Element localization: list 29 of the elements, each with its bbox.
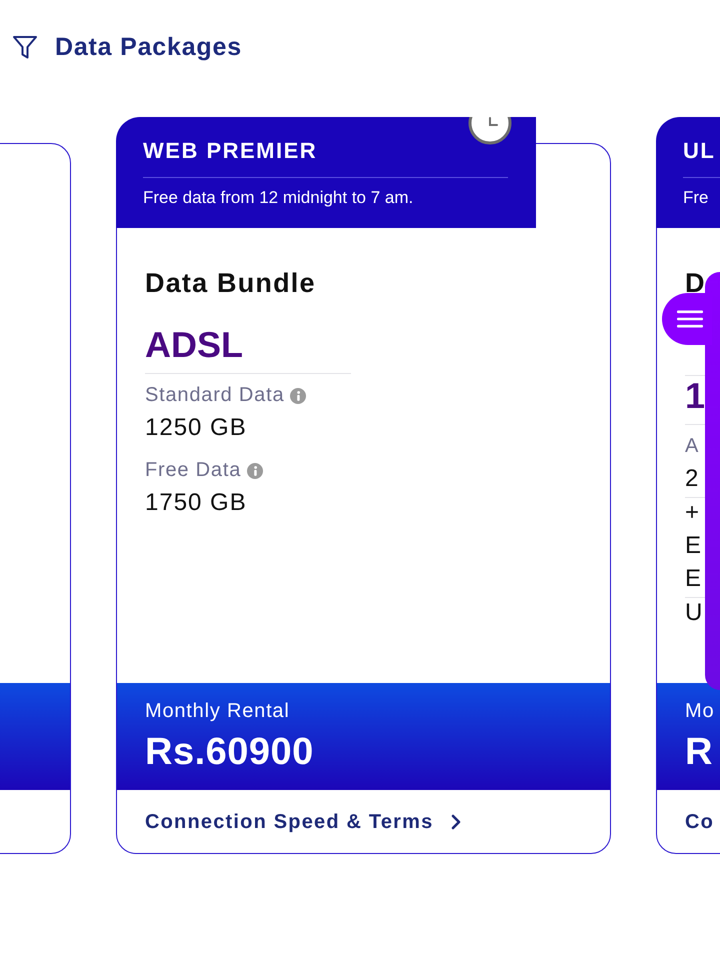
page-title: Data Packages (55, 32, 242, 63)
plan-name: ADSL (145, 325, 351, 374)
data-label: A (685, 434, 700, 459)
data-value: U (685, 598, 704, 628)
package-note: Free data from 12 midnight to 7 am. (143, 187, 414, 209)
data-value: E (685, 564, 702, 594)
package-note: Fre (683, 187, 708, 209)
package-title: WEB PREMIER (143, 137, 318, 165)
rental-price: R (685, 730, 713, 774)
data-value: 1750 GB (145, 488, 247, 518)
info-icon[interactable] (290, 388, 306, 404)
terms-link[interactable]: Connection Speed & Terms (145, 808, 462, 834)
bundle-heading: Data Bundle (145, 267, 316, 300)
rental-price: Rs.60900 (145, 730, 314, 774)
package-title: UL (683, 137, 716, 165)
data-value: + (685, 498, 700, 528)
info-icon[interactable] (247, 463, 264, 479)
data-value: 1250 GB (145, 413, 247, 443)
chevron-icon (451, 814, 462, 830)
data-value: E (685, 531, 702, 561)
rental-label: Mo (685, 699, 714, 723)
data-label: Standard Data (145, 383, 284, 408)
rental-label: Monthly Rental (145, 699, 290, 723)
filter-icon[interactable] (12, 34, 38, 60)
data-value: 2 (685, 464, 700, 494)
menu-icon (677, 310, 703, 328)
data-label: Free Data (145, 458, 242, 483)
terms-link[interactable]: Co (685, 808, 720, 834)
bundle-heading: D (685, 267, 706, 300)
